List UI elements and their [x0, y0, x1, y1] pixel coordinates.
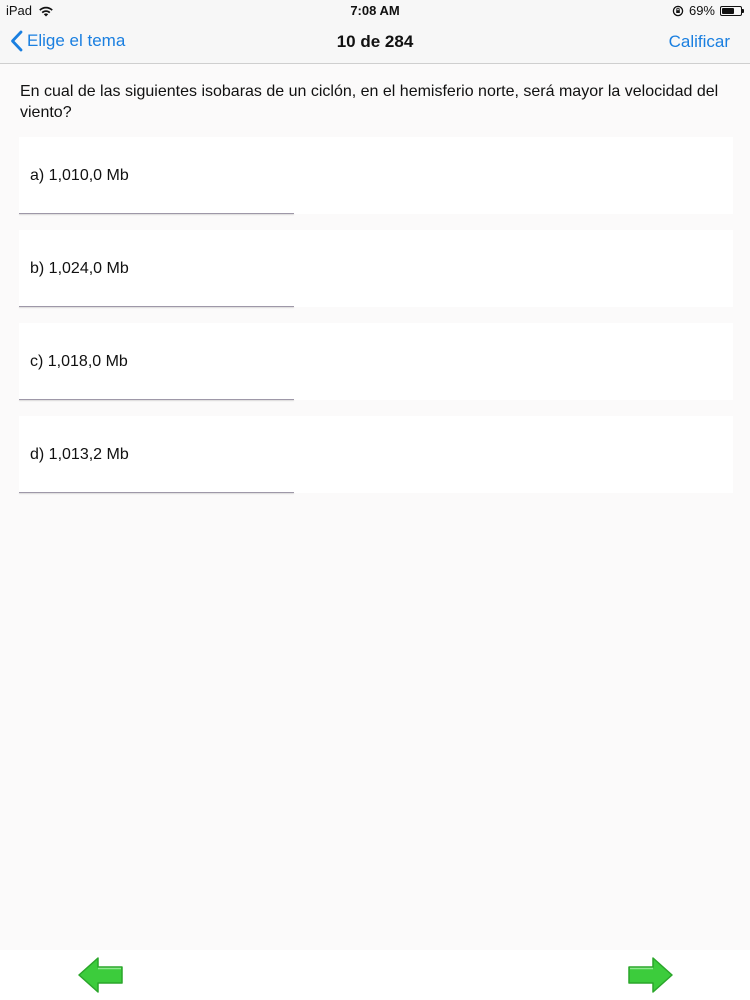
option-underline	[19, 213, 294, 214]
answer-option-label: b) 1,024,0 Mb	[30, 259, 129, 277]
answer-option-b[interactable]: b) 1,024,0 Mb	[19, 230, 733, 307]
answer-option-label: c) 1,018,0 Mb	[30, 352, 128, 370]
status-bar: iPad 7:08 AM 69%	[0, 0, 750, 22]
arrow-left-icon	[78, 957, 123, 993]
arrow-right-icon	[628, 957, 673, 993]
back-button-label: Elige el tema	[27, 31, 126, 50]
answer-option-d[interactable]: d) 1,013,2 Mb	[19, 416, 733, 493]
answer-option-c[interactable]: c) 1,018,0 Mb	[19, 323, 733, 400]
chevron-left-icon	[11, 30, 23, 52]
back-button[interactable]: Elige el tema	[10, 30, 125, 52]
option-underline	[19, 492, 294, 493]
bottom-bar	[0, 950, 750, 1000]
status-right: 69%	[672, 3, 744, 18]
battery-level	[722, 7, 734, 14]
answer-options: a) 1,010,0 Mb b) 1,024,0 Mb c) 1,018,0 M…	[19, 137, 733, 509]
grade-button[interactable]: Calificar	[669, 32, 730, 52]
nav-bar: Elige el tema 10 de 284 Calificar	[0, 22, 750, 64]
status-time: 7:08 AM	[350, 3, 400, 18]
previous-question-button[interactable]	[78, 956, 124, 994]
battery-percent: 69%	[688, 3, 715, 18]
option-underline	[19, 306, 294, 307]
answer-option-label: a) 1,010,0 Mb	[30, 166, 129, 184]
option-underline	[19, 399, 294, 400]
answer-option-label: d) 1,013,2 Mb	[30, 445, 129, 463]
question-text: En cual de las siguientes isobaras de un…	[20, 83, 719, 121]
answer-option-a[interactable]: a) 1,010,0 Mb	[19, 137, 733, 214]
battery-icon	[720, 5, 744, 16]
orientation-lock-icon	[672, 5, 684, 16]
next-question-button[interactable]	[627, 956, 673, 994]
